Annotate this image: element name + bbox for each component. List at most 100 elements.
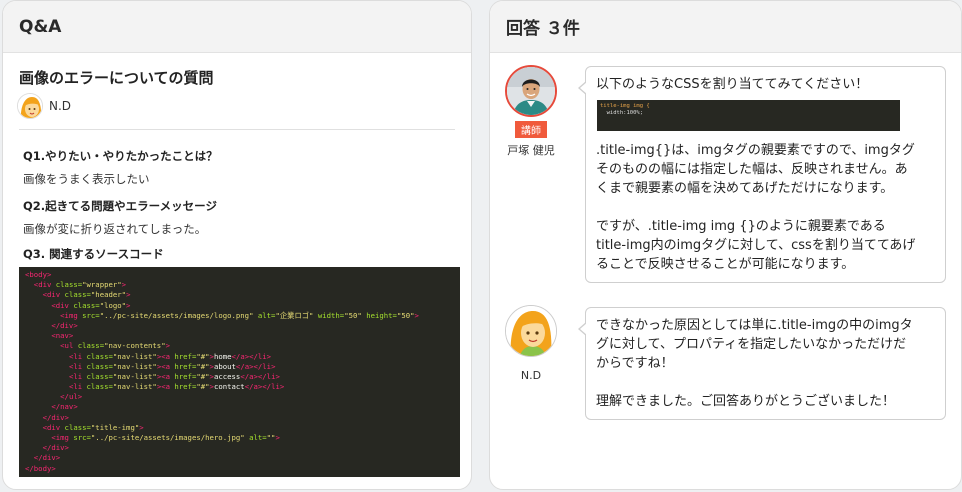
answers-panel: 回答 ３件 講師 戸塚 健児 以下のようなCSSを割り当ててみてください！ ti… (489, 0, 962, 490)
asker-name[interactable]: N.D (49, 99, 71, 113)
answer1-para1-line: そのものの幅には指定した幅は、反映されません。あ (596, 162, 908, 177)
code-token: "#" (196, 371, 210, 381)
code-token: <nav> (51, 331, 74, 341)
code-token: </div> (42, 443, 69, 453)
code-token: href= (174, 351, 197, 361)
teacher-name[interactable]: 戸塚 健児 (494, 142, 568, 158)
qa-header-title: Q&A (19, 16, 62, 37)
code-token: </a></li> (244, 382, 285, 392)
code-token: src= (82, 310, 100, 320)
code-token: href= (174, 361, 197, 371)
code-token: ><a (156, 351, 175, 361)
code-token: > (121, 280, 127, 290)
q3-heading: Q3. 関連するソースコード (23, 247, 164, 261)
code-line: <ul class="nav-contents"> (25, 341, 454, 351)
code-token: class= (55, 280, 83, 290)
code-token: </div> (42, 412, 69, 422)
code-line: <div class="logo"> (25, 301, 454, 311)
code-line: </nav> (25, 402, 454, 412)
question-title: 画像のエラーについての質問 (19, 69, 214, 87)
code-token: <img (51, 433, 74, 442)
code-token: "wrapper" (82, 280, 122, 290)
code-token: alt= (249, 433, 267, 442)
q1-text: 画像をうまく表示したい (23, 172, 150, 186)
code-token: access (213, 371, 241, 381)
code-line: <img src="../pc-site/assets/images/hero.… (25, 433, 454, 443)
code-token: class= (64, 290, 91, 300)
answer-bubble-1: 以下のようなCSSを割り当ててみてください！ title-img img { w… (578, 66, 946, 283)
nd-avatar[interactable] (505, 305, 557, 357)
panel-header: Q&A (3, 1, 471, 53)
q2-heading: Q2.起きてる問題やエラーメッセージ (23, 199, 217, 213)
panel-header: 回答 ３件 (490, 1, 961, 53)
code-token: "#" (196, 382, 210, 392)
q1-heading: Q1.やりたい・やりたかったことは？ (23, 149, 218, 163)
q2-text: 画像が変に折り返されてしまった。 (23, 222, 207, 236)
code-token: </div> (33, 453, 61, 463)
answer1-para1-line: くまで親要素の幅を決めてあげただけになります。 (596, 181, 894, 196)
code-token: "title-img" (90, 422, 140, 432)
code-token: home (213, 351, 232, 361)
code-token: "50" (396, 310, 415, 320)
code-token: class= (73, 300, 100, 310)
code-token: class= (86, 361, 113, 371)
code-token: <li (68, 361, 87, 371)
teacher-author[interactable]: 講師 戸塚 健児 (494, 65, 568, 158)
code-token: > (139, 422, 144, 432)
code-token: </nav> (51, 402, 78, 412)
code-token: height= (366, 310, 397, 320)
code-line: <div class="title-img"> (25, 423, 454, 433)
code-token: <li (68, 351, 87, 361)
code-token: <li (68, 371, 87, 381)
code-token: <div (42, 422, 65, 432)
asker[interactable]: N.D (17, 93, 71, 119)
code-token: <div (42, 290, 65, 300)
code-line: <li class="nav-list"><a href="#">contact… (25, 382, 454, 392)
teacher-badge: 講師 (515, 121, 547, 138)
code-token: contact (213, 382, 245, 392)
asker-avatar[interactable] (17, 93, 43, 119)
girl-avatar-icon (18, 94, 42, 118)
asker-name-2[interactable]: N.D (494, 369, 568, 382)
code-line: </div> (25, 321, 454, 331)
css-snippet[interactable]: title-img img { width:100%; (597, 100, 900, 131)
code-token: class= (86, 382, 113, 392)
question-panel: Q&A 画像のエラーについての質問 N.D Q1.やりたい・やりたかったことは？… (2, 0, 472, 490)
code-token: about (213, 361, 236, 371)
code-token: class= (77, 341, 105, 351)
code-token: "nav-list" (112, 371, 157, 381)
code-token: href= (174, 371, 197, 381)
source-code-block[interactable]: <body> <div class="wrapper"> <div class=… (19, 267, 460, 477)
code-token: > (126, 300, 131, 310)
code-token: "企業ロゴ" (275, 310, 314, 320)
code-token: alt= (257, 310, 276, 320)
code-token: <body> (25, 270, 52, 279)
code-token: ><a (156, 361, 175, 371)
asker-author[interactable]: N.D (494, 305, 568, 382)
code-token: <ul (60, 341, 78, 351)
code-token: "nav-contents" (104, 341, 166, 351)
code-token: "header" (90, 290, 127, 300)
code-token: "logo" (99, 300, 127, 310)
code-line: <body> (25, 270, 454, 280)
code-line: <img src="../pc-site/assets/images/logo.… (25, 311, 454, 321)
teacher-avatar[interactable] (505, 65, 557, 117)
code-token: "nav-list" (112, 382, 157, 392)
answer2-para1-line: グに対して、プロパティを指定したいなかっただけだ (596, 337, 907, 352)
code-line: </div> (25, 413, 454, 423)
css-snippet-line: width:100%; (600, 110, 644, 116)
answer1-para2-line: ですが、.title-img img {}のように親要素である (596, 219, 886, 234)
code-token: class= (86, 371, 113, 381)
answer1-para2-line: title-img内のimgタグに対して、cssを割り当ててあげ (596, 238, 916, 253)
